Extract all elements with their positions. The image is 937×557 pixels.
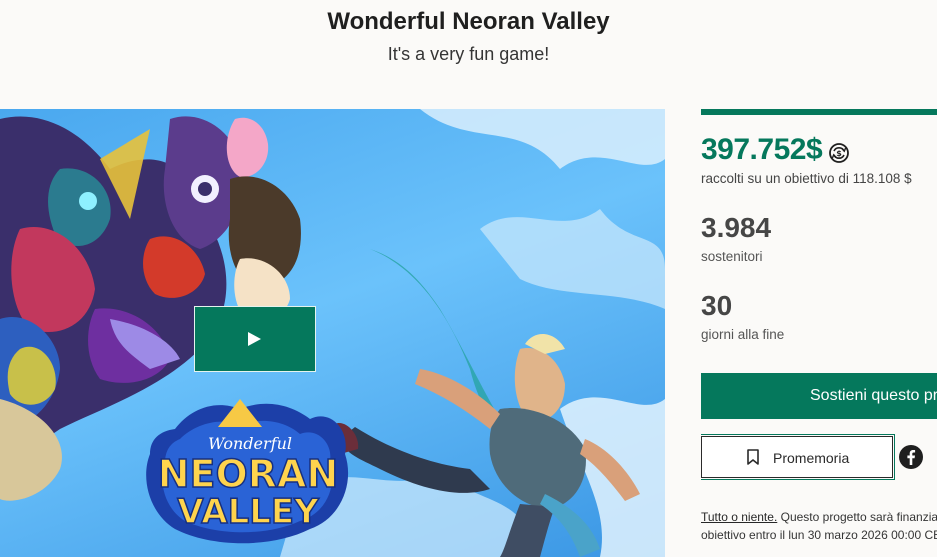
funding-progress-bar [701,109,937,115]
all-or-nothing-note: Tutto o niente. Questo progetto sarà fin… [701,508,937,544]
facebook-icon[interactable] [899,445,923,469]
pledged-amount: 397.752$ [701,133,823,166]
project-title: Wonderful Neoran Valley [327,8,610,35]
note-line2: obiettivo entro il lun 30 marzo 2026 00:… [701,528,937,542]
goal-text: raccolti su un obiettivo di 118.108 $ [701,171,912,186]
back-project-button[interactable]: Sostieni questo progetto [701,373,937,419]
play-button[interactable] [194,306,316,372]
logo-script-text: Wonderful [208,434,292,453]
days-count: 30 [701,290,733,321]
all-or-nothing-link[interactable]: Tutto o niente. [701,510,777,524]
backers-count: 3.984 [701,212,772,243]
project-video[interactable]: Wonderful NEORAN VALLEY [0,109,665,557]
logo-line2-text: VALLEY [177,492,319,532]
bookmark-icon [747,449,759,465]
note-line1: Questo progetto sarà finanziato solo se … [780,510,937,524]
key-art: Wonderful NEORAN VALLEY [0,109,665,557]
play-icon [248,332,261,346]
project-subtitle: It's a very fun game! [387,44,550,64]
days-label: giorni alla fine [701,327,785,342]
remind-me-button[interactable]: Promemoria [701,434,895,480]
currency-conversion-icon[interactable]: $ [828,142,850,164]
funding-panel: 397.752$ $ raccolti su un obiettivo di 1… [701,109,937,557]
backers-label: sostenitori [701,249,763,264]
logo-line1-text: NEORAN [158,452,339,496]
svg-text:$: $ [836,149,842,158]
remind-me-label: Promemoria [773,450,850,466]
